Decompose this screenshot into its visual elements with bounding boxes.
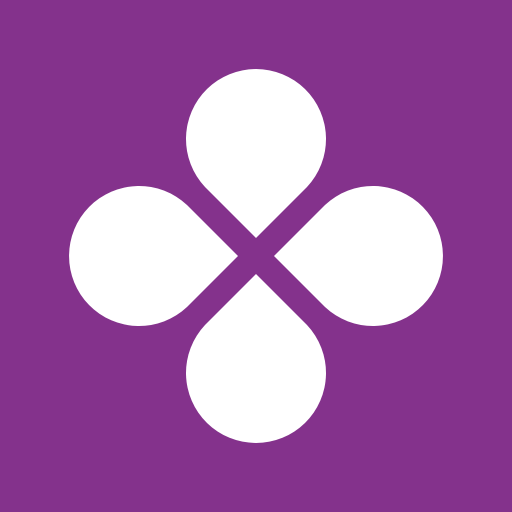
petal-bottom-icon: [186, 274, 326, 443]
flower-logo-icon: [69, 69, 443, 443]
petal-top-icon: [186, 69, 326, 239]
app-icon[interactable]: [0, 0, 512, 512]
flower-petals: [69, 69, 443, 443]
petal-left-icon: [69, 186, 239, 326]
petal-right-icon: [274, 186, 443, 326]
